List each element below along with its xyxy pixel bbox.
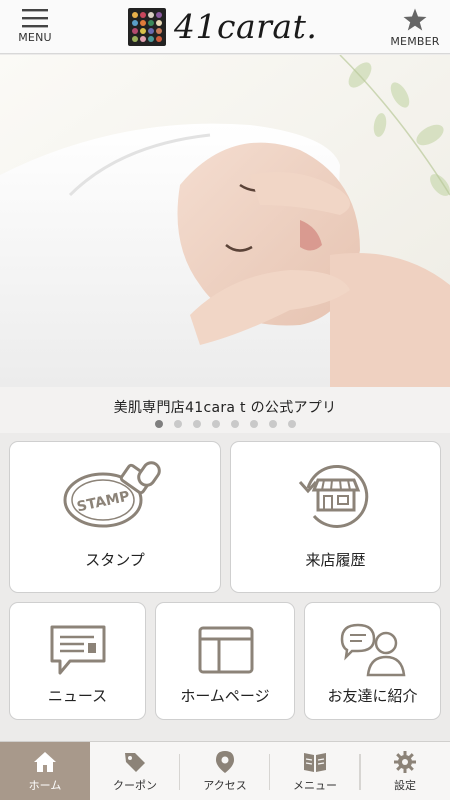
nav-coupon[interactable]: クーポン <box>90 742 180 800</box>
hero-banner[interactable] <box>0 55 450 387</box>
carousel-dot[interactable] <box>173 420 182 428</box>
stamp-label: スタンプ <box>85 551 145 569</box>
gear-icon <box>394 751 416 773</box>
menu-label: MENU <box>18 31 52 44</box>
stamp-tile[interactable]: STAMP スタンプ <box>9 441 221 593</box>
carousel-dot[interactable] <box>154 420 163 428</box>
carousel-dot[interactable] <box>230 420 239 428</box>
news-board-icon <box>50 625 106 675</box>
star-icon <box>403 8 427 31</box>
webpage-icon <box>198 626 254 674</box>
menu-button[interactable]: MENU <box>0 0 70 54</box>
refer-friend-icon <box>340 623 406 677</box>
nav-settings-label: 設定 <box>394 779 416 792</box>
carousel-dot[interactable] <box>268 420 277 428</box>
carousel-dot[interactable] <box>249 420 258 428</box>
carousel-dot[interactable] <box>192 420 201 428</box>
coupon-tag-icon <box>125 753 145 772</box>
refer-friend-label: お友達に紹介 <box>327 687 418 705</box>
map-pin-icon <box>216 751 234 773</box>
refer-friend-tile[interactable]: お友達に紹介 <box>304 602 441 720</box>
carousel-dot[interactable] <box>211 420 220 428</box>
homepage-tile[interactable]: ホームページ <box>155 602 295 720</box>
store-history-icon <box>298 465 369 528</box>
visit-history-label: 来店履歴 <box>305 551 366 569</box>
app-header: MENU 41carat. MEMBER <box>0 0 450 54</box>
book-icon <box>304 753 326 772</box>
logo-text: 41carat. <box>174 7 318 46</box>
member-label: MEMBER <box>390 35 440 48</box>
nav-home[interactable]: ホーム <box>0 742 90 800</box>
news-tile[interactable]: ニュース <box>9 602 146 720</box>
homepage-label: ホームページ <box>180 687 270 705</box>
brand-logo: 41carat. <box>128 8 328 46</box>
nav-settings[interactable]: 設定 <box>360 742 450 800</box>
carousel-dots <box>0 420 450 428</box>
stamp-icon: STAMP <box>63 461 161 528</box>
nav-menu[interactable]: メニュー <box>270 742 360 800</box>
nav-coupon-label: クーポン <box>113 779 157 792</box>
nav-home-label: ホーム <box>28 779 62 792</box>
hero-caption: 美肌専門店41cara t の公式アプリ <box>113 400 337 416</box>
svg-text:STAMP: STAMP <box>76 489 132 516</box>
member-button[interactable]: MEMBER <box>380 0 450 54</box>
nav-access-label: アクセス <box>203 779 247 792</box>
logo-mark <box>128 8 166 46</box>
nav-menu-label: メニュー <box>293 779 337 792</box>
hero-caption-area: 美肌専門店41cara t の公式アプリ <box>0 387 450 433</box>
news-label: ニュース <box>47 687 108 705</box>
home-icon <box>34 752 56 772</box>
nav-access[interactable]: アクセス <box>180 742 270 800</box>
visit-history-tile[interactable]: 来店履歴 <box>230 441 441 593</box>
carousel-dot[interactable] <box>287 420 296 428</box>
bottom-nav: ホーム クーポン アクセス メニュー 設定 <box>0 741 450 800</box>
hero-image <box>0 55 450 387</box>
nav-divider <box>360 754 361 790</box>
hamburger-icon <box>22 9 48 28</box>
